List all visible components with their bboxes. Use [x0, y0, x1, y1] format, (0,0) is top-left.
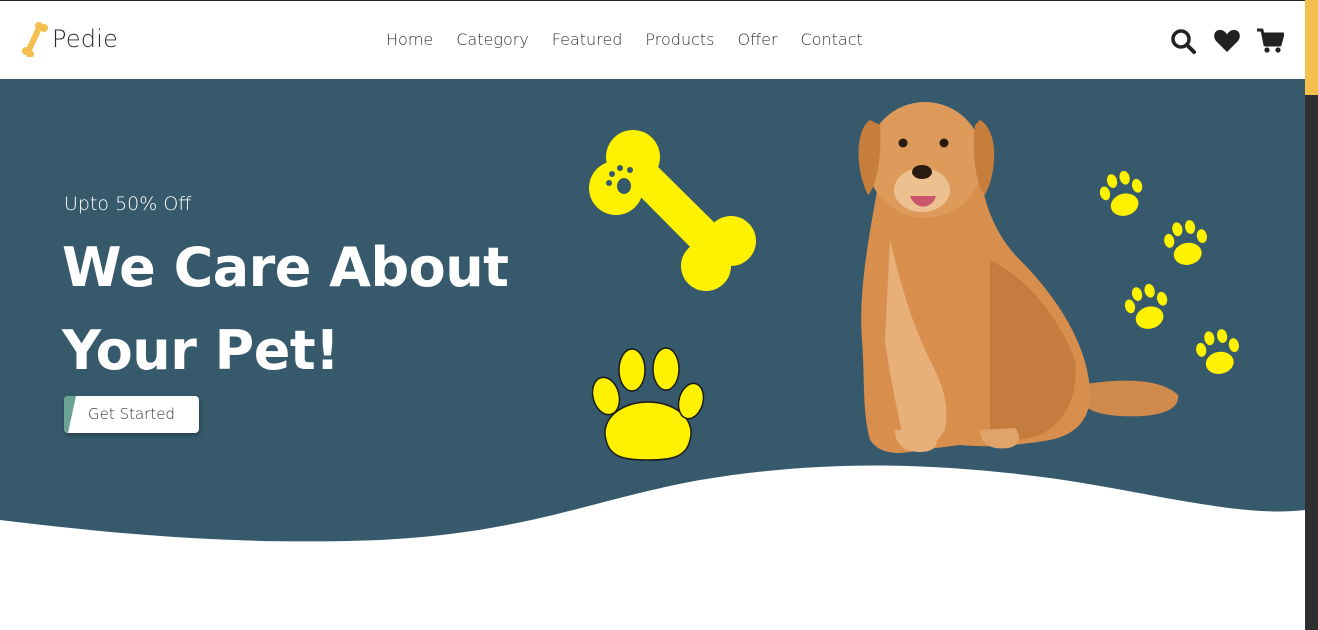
hero-wave-divider — [0, 440, 1305, 630]
search-icon[interactable] — [1170, 28, 1198, 54]
get-started-button[interactable]: Get Started — [64, 396, 199, 433]
headline-line-2: Your Pet! — [62, 319, 340, 382]
nav-home[interactable]: Home — [386, 30, 433, 49]
brand-logo[interactable]: Pedie — [20, 21, 118, 57]
get-started-label: Get Started — [88, 405, 175, 423]
brand-name: Pedie — [52, 25, 119, 53]
page: Pedie Home Category Featured Products Of… — [0, 0, 1305, 630]
cart-icon[interactable] — [1256, 28, 1284, 54]
nav-contact[interactable]: Contact — [801, 30, 863, 49]
page-scrollbar[interactable] — [1305, 0, 1318, 630]
nav-category[interactable]: Category — [456, 30, 529, 49]
main-nav: Home Category Featured Products Offer Co… — [386, 30, 886, 49]
header-actions — [1170, 28, 1299, 54]
nav-products[interactable]: Products — [645, 30, 714, 49]
offer-text: Upto 50% Off — [64, 193, 192, 215]
hero-headline: We Care About Your Pet! — [62, 226, 542, 392]
header: Pedie Home Category Featured Products Of… — [0, 0, 1305, 79]
nav-featured[interactable]: Featured — [552, 30, 623, 49]
heart-icon[interactable] — [1213, 28, 1241, 54]
nav-offer[interactable]: Offer — [738, 30, 778, 49]
scrollbar-thumb[interactable] — [1305, 0, 1318, 95]
headline-line-1: We Care About — [62, 236, 509, 299]
bone-icon — [22, 22, 48, 57]
